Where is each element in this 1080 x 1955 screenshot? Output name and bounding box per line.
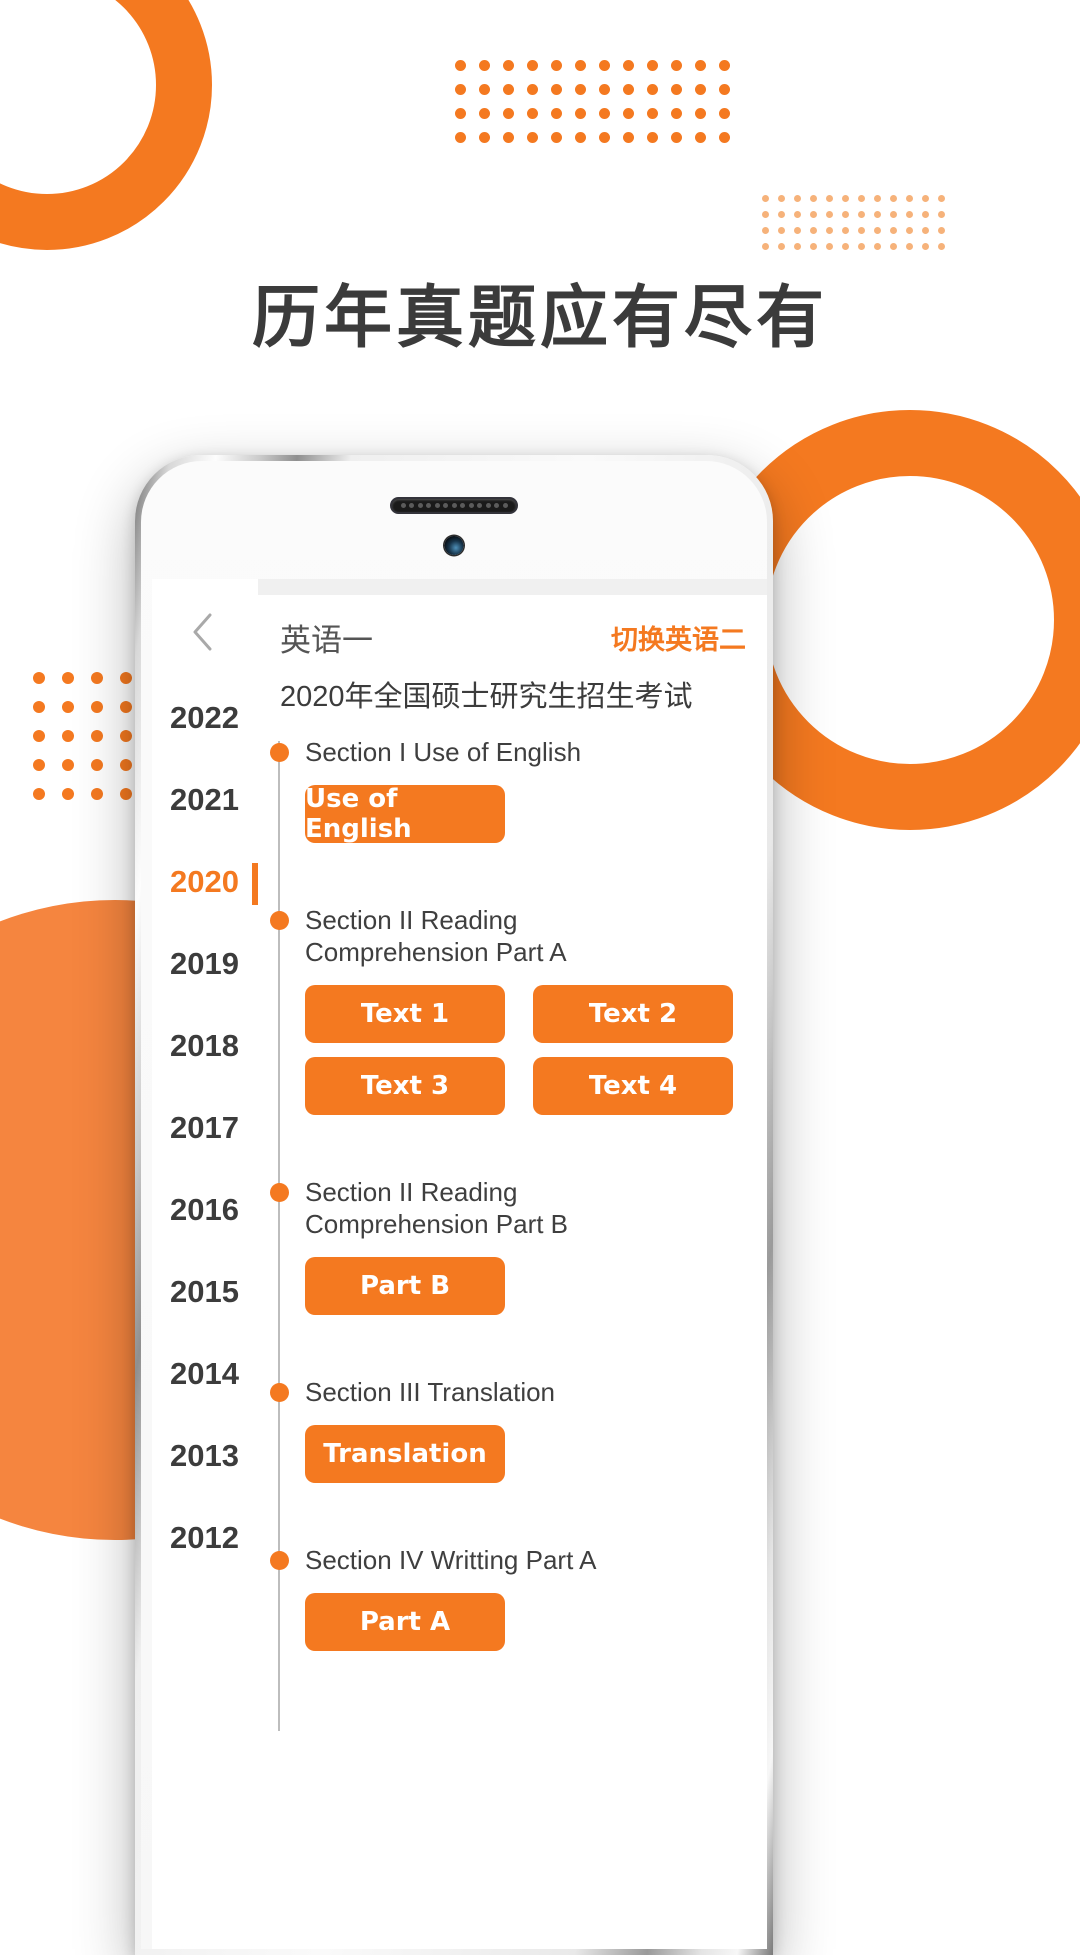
section-button[interactable]: Use of English: [305, 784, 505, 844]
section-button[interactable]: Part A: [305, 1592, 505, 1651]
button-row: Part A: [305, 1592, 750, 1651]
section-button[interactable]: Text 2: [533, 984, 733, 1043]
back-icon[interactable]: [186, 611, 220, 653]
button-row: Part B: [305, 1256, 750, 1315]
exam-card: 英语一 切换英语二 2020年全国硕士研究生招生考试 Section I Use…: [258, 595, 767, 1949]
button-row: Text 3 Text 4: [305, 1056, 750, 1115]
year-label: 2018: [170, 1028, 239, 1063]
timeline-dot-icon: [270, 910, 289, 930]
decor-ring-mask: [0, 0, 20, 55]
earpiece-speaker-icon: [390, 497, 518, 514]
dot-grid-top: [455, 60, 730, 143]
button-row: Use of English: [305, 784, 750, 844]
year-label: 2014: [170, 1356, 239, 1391]
year-label: 2020: [170, 864, 239, 899]
timeline-dot-icon: [270, 1182, 289, 1202]
exam-content-panel: 英语一 切换英语二 2020年全国硕士研究生招生考试 Section I Use…: [258, 579, 767, 1949]
timeline-dot-icon: [270, 1382, 289, 1402]
year-label: 2017: [170, 1110, 239, 1145]
section-button[interactable]: Text 3: [305, 1056, 505, 1115]
button-row: Text 1 Text 2: [305, 984, 750, 1043]
year-item-2012[interactable]: 2012: [152, 1497, 258, 1579]
timeline-section: Section II Reading Comprehension Part A T…: [258, 905, 767, 1155]
year-item-2017[interactable]: 2017: [152, 1087, 258, 1169]
phone-mockup: 2022 2021 2020 2019 2018 2017 2016 2015 2014 2013…: [135, 455, 773, 1955]
timeline-section: Section IV Writting Part A Part A: [258, 1545, 767, 1691]
subject-label: 英语一: [280, 622, 373, 658]
timeline-section: Section III Translation Translation: [258, 1377, 767, 1523]
section-label: Section II Reading Comprehension Part A: [305, 904, 567, 967]
page-title: 历年真题应有尽有: [251, 279, 828, 358]
front-camera-icon: [444, 536, 464, 555]
timeline-dot-icon: [270, 1550, 289, 1570]
phone-body: 2022 2021 2020 2019 2018 2017 2016 2015 2014 2013…: [141, 461, 767, 1949]
year-item-2014[interactable]: 2014: [152, 1333, 258, 1415]
section-label: Section I Use of English: [305, 737, 582, 767]
switch-subject-button[interactable]: 切换英语二: [611, 618, 746, 657]
year-label: 2015: [170, 1274, 239, 1309]
year-item-2021[interactable]: 2021: [152, 759, 258, 841]
section-button[interactable]: Text 1: [305, 984, 505, 1043]
app-screen: 2022 2021 2020 2019 2018 2017 2016 2015 2014 2013…: [152, 579, 767, 1949]
timeline-section: Section I Use of English Use of English: [258, 737, 767, 883]
year-label: 2012: [170, 1520, 239, 1555]
section-label: Section III Translation: [305, 1376, 556, 1407]
year-list: 2022 2021 2020 2019 2018 2017 2016 2015 2014 2013…: [152, 677, 260, 1579]
section-button[interactable]: Part B: [305, 1256, 505, 1315]
year-item-2018[interactable]: 2018: [152, 1005, 258, 1087]
year-label: 2016: [170, 1192, 239, 1227]
section-label: Section IV Writting Part A: [305, 1544, 597, 1575]
year-item-2020[interactable]: 2020: [152, 841, 260, 923]
section-button[interactable]: Text 4: [533, 1056, 733, 1115]
timeline-dot-icon: [270, 743, 289, 762]
year-label: 2019: [170, 946, 239, 981]
year-label: 2013: [170, 1438, 239, 1473]
section-button[interactable]: Translation: [305, 1424, 505, 1483]
section-label: Section II Reading Comprehension Part B: [305, 1176, 569, 1239]
year-sidebar: 2022 2021 2020 2019 2018 2017 2016 2015 2014 2013…: [152, 579, 260, 1949]
button-row: Translation: [305, 1424, 750, 1483]
section-timeline: Section I Use of English Use of English Se…: [258, 715, 767, 1731]
year-item-2016[interactable]: 2016: [152, 1169, 258, 1251]
timeline-section: Section II Reading Comprehension Part B P…: [258, 1177, 767, 1355]
app-header: 英语一 切换英语二: [258, 613, 767, 661]
dot-grid-right: [762, 195, 945, 250]
year-item-2013[interactable]: 2013: [152, 1415, 258, 1497]
exam-title: 2020年全国硕士研究生招生考试: [280, 681, 693, 713]
year-item-2015[interactable]: 2015: [152, 1251, 258, 1333]
poster-stage: 历年真题应有尽有 2022 2021 2020 2019 2018 2017 2016 201…: [0, 0, 1080, 1955]
year-label: 2021: [170, 782, 239, 817]
year-item-2022[interactable]: 2022: [152, 677, 258, 759]
decor-ring-top-left: [0, 0, 212, 250]
year-item-2019[interactable]: 2019: [152, 923, 258, 1005]
year-label: 2022: [170, 700, 239, 735]
